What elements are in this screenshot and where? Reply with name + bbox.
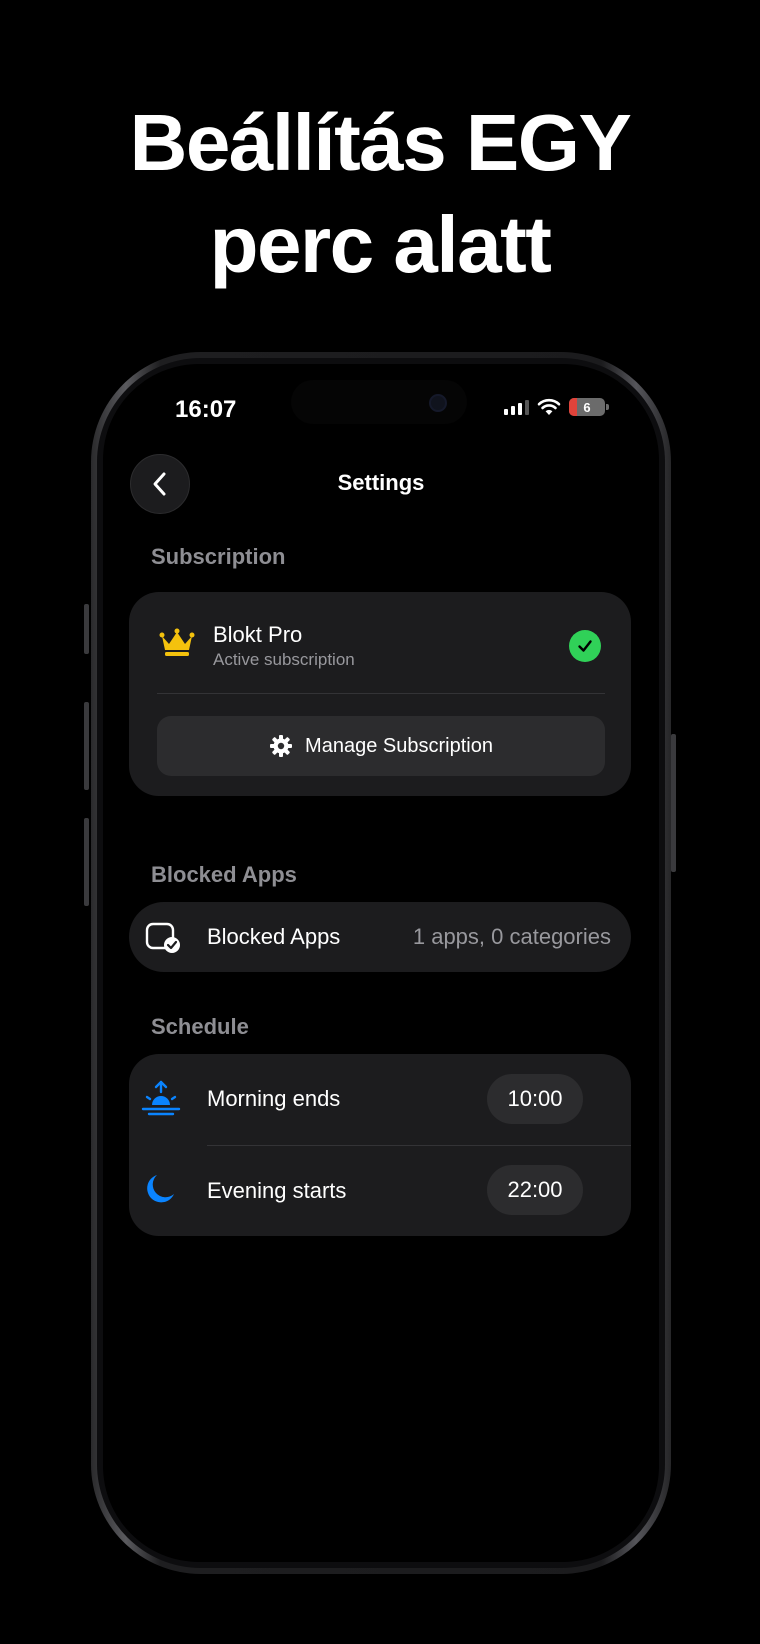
headline-line-1: Beállítás EGY <box>129 98 632 187</box>
power-button <box>671 734 676 872</box>
battery-level: 6 <box>583 399 591 415</box>
sunrise-icon <box>141 1080 181 1116</box>
wifi-icon <box>537 398 561 415</box>
morning-ends-label: Morning ends <box>207 1086 341 1111</box>
gear-icon <box>270 735 293 757</box>
app-block-icon <box>145 922 180 953</box>
volume-up-button <box>84 702 89 790</box>
evening-time-picker[interactable]: 22:00 <box>487 1165 583 1215</box>
cellular-signal-icon <box>504 399 529 415</box>
manage-subscription-button[interactable]: Manage Subscription <box>157 716 605 776</box>
morning-time-picker[interactable]: 10:00 <box>487 1074 583 1124</box>
moon-icon <box>147 1175 174 1203</box>
camera-icon <box>429 394 447 412</box>
checkmark-icon <box>569 630 601 662</box>
status-time: 16:07 <box>175 396 237 423</box>
crown-icon <box>159 628 195 656</box>
divider <box>157 693 605 694</box>
headline: Beállítás EGY perc alatt <box>0 92 760 296</box>
plan-name: Blokt Pro <box>213 622 303 647</box>
action-button <box>84 604 89 654</box>
battery-icon: 6 <box>569 398 609 416</box>
volume-down-button <box>84 818 89 906</box>
headline-line-2: perc alatt <box>209 200 552 289</box>
blocked-apps-label: Blocked Apps <box>207 924 341 949</box>
section-label-subscription: Subscription <box>151 544 286 569</box>
phone-screen: 16:07 6 Settings Subscription Blokt Pro … <box>103 364 659 1562</box>
section-label-blocked-apps: Blocked Apps <box>151 862 297 887</box>
manage-subscription-label: Manage Subscription <box>305 734 493 757</box>
evening-starts-label: Evening starts <box>207 1178 347 1203</box>
page-title: Settings <box>337 470 425 495</box>
blocked-apps-count: 1 apps, 0 categories <box>412 924 611 949</box>
divider <box>207 1145 631 1146</box>
section-label-schedule: Schedule <box>151 1014 249 1039</box>
status-icons: 6 <box>504 398 609 416</box>
plan-status: Active subscription <box>213 650 355 669</box>
